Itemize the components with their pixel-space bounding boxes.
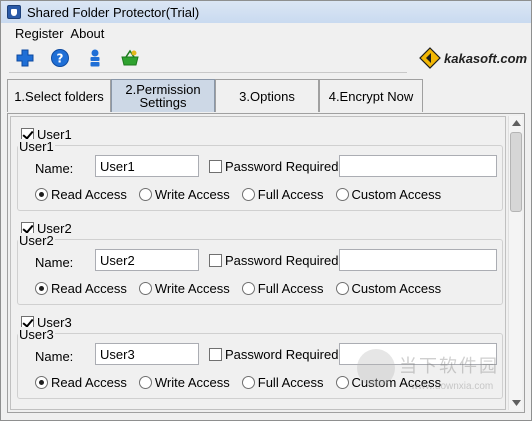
vertical-scrollbar[interactable]: [508, 116, 522, 410]
password-label: Password Required: [225, 159, 339, 174]
tab-select-folders[interactable]: 1.Select folders: [7, 79, 111, 112]
radio-label: Write Access: [154, 281, 230, 296]
password-label: Password Required: [225, 253, 339, 268]
name-label: Name:: [35, 161, 74, 176]
scrollbar-thumb[interactable]: [510, 132, 522, 212]
access-radio-group: Read Access Write Access Full Access Cus…: [35, 375, 453, 390]
name-input[interactable]: User2: [95, 249, 199, 271]
access-radio-group: Read Access Write Access Full Access Cus…: [35, 281, 453, 296]
radio-label: Full Access: [257, 187, 324, 202]
radio-button[interactable]: [35, 282, 48, 295]
radio-label: Read Access: [51, 187, 127, 202]
radio-button[interactable]: [35, 376, 48, 389]
password-input[interactable]: [339, 155, 497, 177]
tab-permission-settings[interactable]: 2.Permission Settings: [111, 79, 215, 112]
radio-write-access[interactable]: Write Access: [138, 187, 230, 202]
radio-custom-access[interactable]: Custom Access: [335, 187, 442, 202]
shield-icon: [7, 5, 21, 19]
tab-label: 2.Permission Settings: [125, 82, 201, 110]
radio-label: Custom Access: [351, 375, 442, 390]
radio-label: Full Access: [257, 375, 324, 390]
group-label: User1: [18, 139, 55, 154]
radio-label: Read Access: [51, 375, 127, 390]
name-label: Name:: [35, 349, 74, 364]
radio-label: Custom Access: [351, 281, 442, 296]
radio-read-access[interactable]: Read Access: [35, 375, 127, 390]
user-block-3: User3 User3 Name: User3 Password Require…: [11, 305, 505, 399]
tab-label: 3.Options: [239, 88, 295, 104]
radio-button[interactable]: [241, 376, 255, 389]
tab-encrypt-now[interactable]: 4.Encrypt Now: [319, 79, 423, 112]
kakasoft-logo-icon: [419, 47, 441, 69]
toolbar-separator: [9, 72, 407, 73]
radio-button[interactable]: [335, 376, 349, 389]
radio-button[interactable]: [241, 282, 255, 295]
name-label: Name:: [35, 255, 74, 270]
radio-button[interactable]: [138, 282, 152, 295]
radio-button[interactable]: [335, 188, 349, 201]
radio-button[interactable]: [138, 188, 152, 201]
radio-write-access[interactable]: Write Access: [138, 281, 230, 296]
radio-read-access[interactable]: Read Access: [35, 187, 127, 202]
user-icon[interactable]: [85, 48, 105, 68]
radio-label: Read Access: [51, 281, 127, 296]
name-input[interactable]: User1: [95, 155, 199, 177]
radio-custom-access[interactable]: Custom Access: [335, 375, 442, 390]
radio-full-access[interactable]: Full Access: [241, 281, 324, 296]
access-radio-group: Read Access Write Access Full Access Cus…: [35, 187, 453, 202]
plus-icon[interactable]: [15, 48, 35, 68]
radio-label: Custom Access: [351, 187, 442, 202]
app-window: Shared Folder Protector(Trial) Register …: [0, 0, 532, 421]
tab-strip: 1.Select folders 2.Permission Settings 3…: [7, 79, 423, 113]
radio-write-access[interactable]: Write Access: [138, 375, 230, 390]
user-block-2: User2 User2 Name: User2 Password Require…: [11, 211, 505, 305]
scroll-down-arrow-icon[interactable]: [509, 396, 523, 410]
password-label: Password Required: [225, 347, 339, 362]
radio-full-access[interactable]: Full Access: [241, 375, 324, 390]
radio-button[interactable]: [335, 282, 349, 295]
scroll-up-arrow-icon[interactable]: [509, 116, 523, 130]
password-input[interactable]: [339, 343, 497, 365]
group-label: User2: [18, 233, 55, 248]
menu-bar: Register About: [1, 23, 531, 43]
radio-label: Full Access: [257, 281, 324, 296]
radio-button[interactable]: [35, 188, 48, 201]
users-scroll-area[interactable]: User1 User1 Name: User1 Password Require…: [10, 116, 506, 410]
radio-button[interactable]: [241, 188, 255, 201]
brand: kakasoft.com: [419, 47, 527, 69]
tab-options[interactable]: 3.Options: [215, 79, 319, 112]
password-required-checkbox[interactable]: Password Required: [209, 347, 338, 362]
radio-button[interactable]: [138, 376, 152, 389]
help-icon[interactable]: ?: [50, 48, 70, 68]
title-bar[interactable]: Shared Folder Protector(Trial): [1, 1, 531, 23]
user-block-1: User1 User1 Name: User1 Password Require…: [11, 117, 505, 211]
password-required-checkbox[interactable]: Password Required: [209, 159, 338, 174]
checkbox[interactable]: [209, 160, 222, 173]
svg-text:?: ?: [57, 52, 64, 66]
permission-panel: User1 User1 Name: User1 Password Require…: [7, 113, 525, 413]
name-input[interactable]: User3: [95, 343, 199, 365]
radio-full-access[interactable]: Full Access: [241, 187, 324, 202]
radio-read-access[interactable]: Read Access: [35, 281, 127, 296]
checkbox[interactable]: [209, 254, 222, 267]
radio-custom-access[interactable]: Custom Access: [335, 281, 442, 296]
tab-label: 1.Select folders: [14, 88, 104, 104]
menu-register[interactable]: Register: [1, 26, 63, 41]
brand-text: kakasoft.com: [444, 50, 528, 66]
window-title: Shared Folder Protector(Trial): [27, 4, 200, 20]
password-required-checkbox[interactable]: Password Required: [209, 253, 338, 268]
menu-about[interactable]: About: [63, 26, 104, 41]
basket-icon[interactable]: [120, 48, 140, 68]
password-input[interactable]: [339, 249, 497, 271]
group-label: User3: [18, 327, 55, 342]
tab-label: 4.Encrypt Now: [328, 88, 414, 104]
radio-label: Write Access: [154, 375, 230, 390]
checkbox[interactable]: [209, 348, 222, 361]
toolbar: ?: [1, 43, 421, 73]
radio-label: Write Access: [154, 187, 230, 202]
